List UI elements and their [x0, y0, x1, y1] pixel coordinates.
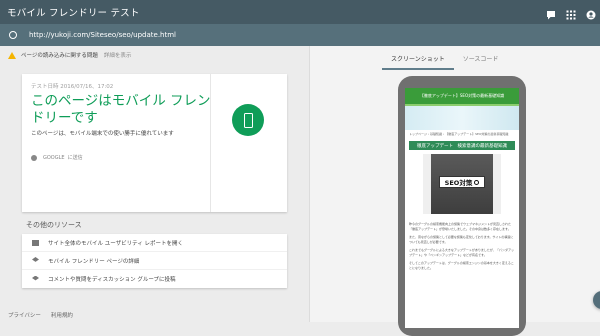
submit-label: に送信 [67, 155, 83, 161]
upload-icon [31, 154, 37, 161]
load-issue-text: ページの読み込みに関する問題 [21, 53, 98, 59]
smartphone-icon [243, 112, 253, 128]
breadcrumb: トップページ › 基礎知識 › 【徹底アップデート】SEO対策の最新基礎知識 [409, 132, 509, 136]
apps-grid-icon[interactable] [566, 5, 576, 20]
resource-usability-report[interactable]: サイト全体のモバイル ユーザビリティ レポートを開く [22, 234, 287, 252]
school-icon [32, 257, 39, 262]
resources-list: サイト全体のモバイル ユーザビリティ レポートを開く モバイル フレンドリー ペ… [22, 234, 287, 288]
hero-image: SEO対策 [423, 154, 501, 214]
submit-to-google-button[interactable]: GOOGLE に送信 [31, 154, 83, 161]
tab-source-code[interactable]: ソースコード [454, 52, 508, 70]
show-details-link[interactable]: 詳細を表示 [104, 51, 132, 59]
paragraph: これまでもグーグルによる大きなアップデートがありましたが、「パンダアップデート」… [409, 248, 515, 257]
paragraph: そしてこのアップデートは、グーグルの検索エンジンの基本を大きく変えることになりま… [409, 261, 514, 270]
hero-label: SEO対策 [444, 179, 473, 187]
share-fab-button[interactable] [593, 291, 600, 309]
feedback-icon[interactable] [546, 5, 556, 20]
article-body: 昨今のグーグルの検索機能向上の施策でウェブマネジメントが見直しされた「徹底アップ… [405, 218, 519, 278]
url-bar: http://yukoji.com/Siteseo/seo/update.htm… [0, 24, 600, 46]
mobile-friendly-badge [232, 104, 264, 136]
app-title: モバイル フレンドリー テスト [7, 8, 140, 19]
resource-label: モバイル フレンドリー ページの詳細 [48, 258, 140, 265]
card-divider [210, 74, 211, 212]
tested-url[interactable]: http://yukoji.com/Siteseo/seo/update.htm… [29, 31, 176, 39]
preview-tabs: スクリーンショット ソースコード [382, 52, 507, 70]
site-banner [405, 106, 519, 130]
result-description: このページは、モバイル端末での使い勝手に優れています [31, 131, 174, 137]
resource-label: コメントや質問をディスカッション グループに投稿 [48, 277, 176, 283]
school-icon [32, 275, 39, 281]
app-bar: モバイル フレンドリー テスト [0, 0, 600, 24]
google-label: GOOGLE [43, 154, 65, 161]
tab-screenshot[interactable]: スクリーンショット [382, 52, 454, 70]
privacy-link[interactable]: プライバシー [8, 311, 41, 319]
phone-frame: 【徹底アップデート】SEO対策の最新基礎知識 トップページ › 基礎知識 › 【… [398, 76, 526, 336]
paragraph: 昨今のグーグルの検索機能向上の施策でウェブマネジメントが見直しされた「徹底アップ… [409, 222, 512, 231]
resources-title: その他のリソース [26, 221, 82, 229]
magnifier-icon [474, 179, 480, 185]
results-panel: ページの読み込みに関する問題 詳細を表示 テスト日時 2016/07/16、17… [0, 46, 310, 322]
result-card: テスト日時 2016/07/16、17:02 このページはモバイル フレンドリー… [22, 74, 287, 212]
post-title: 徹底アップデート 検索意識の最新基礎知識 [409, 141, 515, 150]
report-icon [32, 239, 39, 246]
seo-search-box: SEO対策 [439, 176, 485, 188]
preview-panel: スクリーンショット ソースコード 【徹底アップデート】SEO対策の最新基礎知識 … [310, 46, 600, 336]
test-timestamp: テスト日時 2016/07/16、17:02 [31, 84, 114, 90]
resource-discussion-group[interactable]: コメントや質問をディスカッション グループに投稿 [22, 270, 287, 288]
footer-links: プライバシー 利用規約 [8, 311, 73, 319]
globe-icon [9, 31, 17, 39]
terms-link[interactable]: 利用規約 [51, 311, 73, 319]
result-headline: このページはモバイル フレンドリーです [31, 93, 211, 126]
resource-learn-more[interactable]: モバイル フレンドリー ページの詳細 [22, 252, 287, 270]
site-header: 【徹底アップデート】SEO対策の最新基礎知識 [405, 88, 519, 106]
warning-icon [8, 51, 16, 59]
paragraph: また、昔ながらの施策として必要な施策も変化しております。サイトの構造についても見… [409, 235, 514, 244]
page-screenshot: 【徹底アップデート】SEO対策の最新基礎知識 トップページ › 基礎知識 › 【… [405, 88, 519, 328]
app-actions [546, 5, 596, 20]
resource-label: サイト全体のモバイル ユーザビリティ レポートを開く [48, 240, 184, 247]
load-issue-row: ページの読み込みに関する問題 詳細を表示 [8, 51, 131, 59]
account-icon[interactable] [586, 5, 596, 20]
